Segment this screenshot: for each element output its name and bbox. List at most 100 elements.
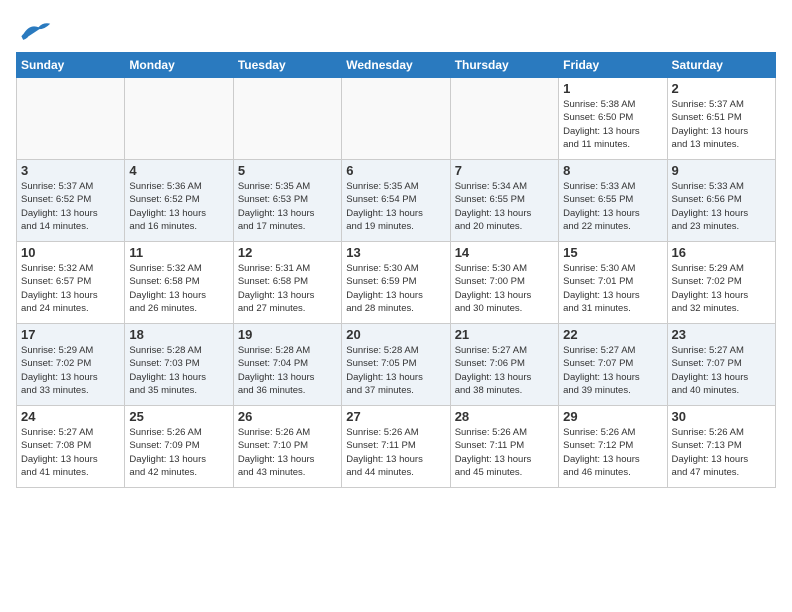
day-header-tuesday: Tuesday (233, 53, 341, 78)
calendar-table: SundayMondayTuesdayWednesdayThursdayFrid… (16, 52, 776, 488)
day-info: Sunrise: 5:26 AM Sunset: 7:12 PM Dayligh… (563, 426, 662, 479)
calendar-cell: 9Sunrise: 5:33 AM Sunset: 6:56 PM Daylig… (667, 160, 775, 242)
calendar-cell: 18 Sunrise: 5:28 AM Sunset: 7:03 PM Dayli… (125, 324, 233, 406)
day-header-thursday: Thursday (450, 53, 558, 78)
day-number: 7 (455, 163, 554, 178)
calendar-cell: 4 Sunrise: 5:36 AM Sunset: 6:52 PM Daylig… (125, 160, 233, 242)
calendar-cell: 27 Sunrise: 5:26 AM Sunset: 7:11 PM Dayli… (342, 406, 450, 488)
calendar-cell: 1 Sunrise: 5:38 AM Sunset: 6:50 PM Daylig… (559, 78, 667, 160)
day-info: Sunrise: 5:35 AM Sunset: 6:53 PM Dayligh… (238, 180, 337, 233)
calendar-week-3: 10 Sunrise: 5:32 AM Sunset: 6:57 PM Dayli… (17, 242, 776, 324)
day-info: Sunrise: 5:27 AM Sunset: 7:06 PM Dayligh… (455, 344, 554, 397)
day-number: 19 (238, 327, 337, 342)
calendar-cell (450, 78, 558, 160)
day-number: 11 (129, 245, 228, 260)
day-number: 27 (346, 409, 445, 424)
day-number: 12 (238, 245, 337, 260)
calendar-cell: 6Sunrise: 5:35 AM Sunset: 6:54 PM Daylig… (342, 160, 450, 242)
day-number: 4 (129, 163, 228, 178)
calendar-cell: 19Sunrise: 5:28 AM Sunset: 7:04 PM Dayli… (233, 324, 341, 406)
day-info: Sunrise: 5:32 AM Sunset: 6:57 PM Dayligh… (21, 262, 120, 315)
day-info: Sunrise: 5:26 AM Sunset: 7:13 PM Dayligh… (672, 426, 771, 479)
day-info: Sunrise: 5:26 AM Sunset: 7:10 PM Dayligh… (238, 426, 337, 479)
calendar-cell: 21 Sunrise: 5:27 AM Sunset: 7:06 PM Dayli… (450, 324, 558, 406)
day-header-sunday: Sunday (17, 53, 125, 78)
day-number: 13 (346, 245, 445, 260)
day-info: Sunrise: 5:37 AM Sunset: 6:52 PM Dayligh… (21, 180, 120, 233)
day-info: Sunrise: 5:31 AM Sunset: 6:58 PM Dayligh… (238, 262, 337, 315)
calendar-cell: 10 Sunrise: 5:32 AM Sunset: 6:57 PM Dayli… (17, 242, 125, 324)
day-info: Sunrise: 5:36 AM Sunset: 6:52 PM Dayligh… (129, 180, 228, 233)
day-info: Sunrise: 5:26 AM Sunset: 7:11 PM Dayligh… (455, 426, 554, 479)
calendar-cell: 7 Sunrise: 5:34 AM Sunset: 6:55 PM Daylig… (450, 160, 558, 242)
day-info: Sunrise: 5:27 AM Sunset: 7:07 PM Dayligh… (563, 344, 662, 397)
day-number: 3 (21, 163, 120, 178)
calendar-cell: 13 Sunrise: 5:30 AM Sunset: 6:59 PM Dayli… (342, 242, 450, 324)
day-info: Sunrise: 5:30 AM Sunset: 7:01 PM Dayligh… (563, 262, 662, 315)
day-info: Sunrise: 5:30 AM Sunset: 7:00 PM Dayligh… (455, 262, 554, 315)
logo (16, 16, 56, 44)
day-info: Sunrise: 5:26 AM Sunset: 7:11 PM Dayligh… (346, 426, 445, 479)
calendar-cell (17, 78, 125, 160)
page-header (16, 16, 776, 44)
day-info: Sunrise: 5:33 AM Sunset: 6:55 PM Dayligh… (563, 180, 662, 233)
day-info: Sunrise: 5:29 AM Sunset: 7:02 PM Dayligh… (21, 344, 120, 397)
day-number: 23 (672, 327, 771, 342)
calendar-cell: 11 Sunrise: 5:32 AM Sunset: 6:58 PM Dayli… (125, 242, 233, 324)
calendar-cell (342, 78, 450, 160)
day-number: 16 (672, 245, 771, 260)
day-info: Sunrise: 5:35 AM Sunset: 6:54 PM Dayligh… (346, 180, 445, 233)
day-info: Sunrise: 5:30 AM Sunset: 6:59 PM Dayligh… (346, 262, 445, 315)
calendar-cell: 23 Sunrise: 5:27 AM Sunset: 7:07 PM Dayli… (667, 324, 775, 406)
calendar-cell: 14 Sunrise: 5:30 AM Sunset: 7:00 PM Dayli… (450, 242, 558, 324)
day-number: 26 (238, 409, 337, 424)
day-number: 5 (238, 163, 337, 178)
calendar-cell: 12 Sunrise: 5:31 AM Sunset: 6:58 PM Dayli… (233, 242, 341, 324)
day-number: 1 (563, 81, 662, 96)
calendar-week-1: 1 Sunrise: 5:38 AM Sunset: 6:50 PM Daylig… (17, 78, 776, 160)
calendar-cell: 5 Sunrise: 5:35 AM Sunset: 6:53 PM Daylig… (233, 160, 341, 242)
calendar-cell: 25 Sunrise: 5:26 AM Sunset: 7:09 PM Dayli… (125, 406, 233, 488)
day-info: Sunrise: 5:27 AM Sunset: 7:08 PM Dayligh… (21, 426, 120, 479)
day-info: Sunrise: 5:28 AM Sunset: 7:03 PM Dayligh… (129, 344, 228, 397)
day-info: Sunrise: 5:27 AM Sunset: 7:07 PM Dayligh… (672, 344, 771, 397)
day-number: 29 (563, 409, 662, 424)
day-info: Sunrise: 5:28 AM Sunset: 7:05 PM Dayligh… (346, 344, 445, 397)
day-number: 14 (455, 245, 554, 260)
day-header-friday: Friday (559, 53, 667, 78)
calendar-cell (233, 78, 341, 160)
calendar-cell: 2Sunrise: 5:37 AM Sunset: 6:51 PM Daylig… (667, 78, 775, 160)
day-info: Sunrise: 5:26 AM Sunset: 7:09 PM Dayligh… (129, 426, 228, 479)
calendar-week-5: 24 Sunrise: 5:27 AM Sunset: 7:08 PM Dayli… (17, 406, 776, 488)
day-number: 21 (455, 327, 554, 342)
day-number: 9 (672, 163, 771, 178)
day-info: Sunrise: 5:38 AM Sunset: 6:50 PM Dayligh… (563, 98, 662, 151)
day-header-saturday: Saturday (667, 53, 775, 78)
calendar-cell: 22 Sunrise: 5:27 AM Sunset: 7:07 PM Dayli… (559, 324, 667, 406)
day-info: Sunrise: 5:29 AM Sunset: 7:02 PM Dayligh… (672, 262, 771, 315)
calendar-cell: 15 Sunrise: 5:30 AM Sunset: 7:01 PM Dayli… (559, 242, 667, 324)
day-info: Sunrise: 5:32 AM Sunset: 6:58 PM Dayligh… (129, 262, 228, 315)
logo-icon (16, 16, 52, 44)
calendar-cell: 16 Sunrise: 5:29 AM Sunset: 7:02 PM Dayli… (667, 242, 775, 324)
calendar-cell: 3 Sunrise: 5:37 AM Sunset: 6:52 PM Daylig… (17, 160, 125, 242)
day-number: 18 (129, 327, 228, 342)
day-number: 30 (672, 409, 771, 424)
day-number: 25 (129, 409, 228, 424)
day-number: 24 (21, 409, 120, 424)
calendar-cell: 26 Sunrise: 5:26 AM Sunset: 7:10 PM Dayli… (233, 406, 341, 488)
day-number: 20 (346, 327, 445, 342)
day-number: 10 (21, 245, 120, 260)
day-number: 22 (563, 327, 662, 342)
day-number: 8 (563, 163, 662, 178)
day-number: 2 (672, 81, 771, 96)
day-number: 15 (563, 245, 662, 260)
day-number: 28 (455, 409, 554, 424)
calendar-cell: 28 Sunrise: 5:26 AM Sunset: 7:11 PM Dayli… (450, 406, 558, 488)
calendar-cell: 20 Sunrise: 5:28 AM Sunset: 7:05 PM Dayli… (342, 324, 450, 406)
day-info: Sunrise: 5:34 AM Sunset: 6:55 PM Dayligh… (455, 180, 554, 233)
calendar-week-2: 3 Sunrise: 5:37 AM Sunset: 6:52 PM Daylig… (17, 160, 776, 242)
day-header-monday: Monday (125, 53, 233, 78)
day-number: 17 (21, 327, 120, 342)
calendar-cell: 24 Sunrise: 5:27 AM Sunset: 7:08 PM Dayli… (17, 406, 125, 488)
